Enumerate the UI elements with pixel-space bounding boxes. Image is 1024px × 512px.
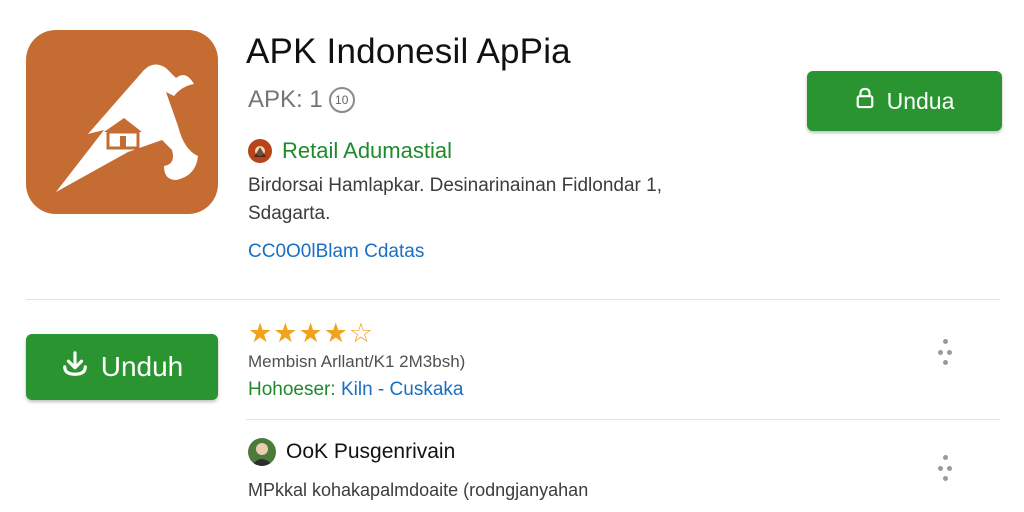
category-tags: Hohoeser: Kiln - Cuskaka [248, 379, 463, 401]
review-text: MPkkal kohakapalmdoaite (rodngjanyahan [248, 480, 589, 500]
tag-primary[interactable]: Hohoeser: [248, 379, 336, 400]
review-divider [246, 419, 1000, 420]
more-options-icon[interactable] [938, 339, 952, 365]
tag-mid[interactable]: Kiln [341, 379, 373, 400]
developer-name[interactable]: Retail Adumastial [282, 138, 452, 164]
install-button-top-label: Undua [886, 87, 955, 114]
version-label: APK: 1 [248, 86, 323, 113]
star-full-icon: ★ [298, 318, 323, 348]
section-divider [26, 299, 1000, 300]
star-empty-icon: ☆ [348, 318, 374, 348]
developer-avatar-icon [248, 139, 272, 163]
app-logo-icon [26, 30, 218, 214]
install-button-label: Unduh [100, 351, 184, 382]
review-user[interactable]: OoK Pusgenrivain [248, 438, 455, 466]
tag-secondary[interactable]: Cuskaka [390, 379, 464, 400]
app-link[interactable]: CC0O0lBlam Cdatas [248, 241, 424, 263]
star-full-icon: ★ [248, 318, 273, 348]
reviewer-name[interactable]: OoK Pusgenrivain [286, 440, 455, 464]
app-description: Birdorsai Hamlapkar. Desinarinainan Fidl… [248, 175, 662, 224]
star-full-icon: ★ [323, 318, 348, 348]
app-title: APK Indonesil ApPia [246, 32, 571, 71]
version-info: APK: 1 10 [248, 86, 355, 114]
star-full-icon: ★ [273, 318, 298, 348]
install-button-top[interactable]: Undua [807, 71, 1002, 131]
reviewer-avatar [248, 438, 276, 466]
version-badge: 10 [328, 87, 355, 113]
more-options-icon[interactable] [938, 455, 952, 481]
tag-separator: - [377, 379, 385, 400]
rating-stars: ★ ★ ★ ★ ☆ [248, 318, 373, 348]
lock-download-icon [855, 87, 875, 115]
download-arrow-icon [61, 350, 89, 385]
rating-meta: Membisn Arllant/K1 2M3bsh) [248, 352, 466, 371]
developer-row[interactable]: Retail Adumastial [248, 138, 452, 164]
install-button[interactable]: Unduh [26, 334, 218, 400]
